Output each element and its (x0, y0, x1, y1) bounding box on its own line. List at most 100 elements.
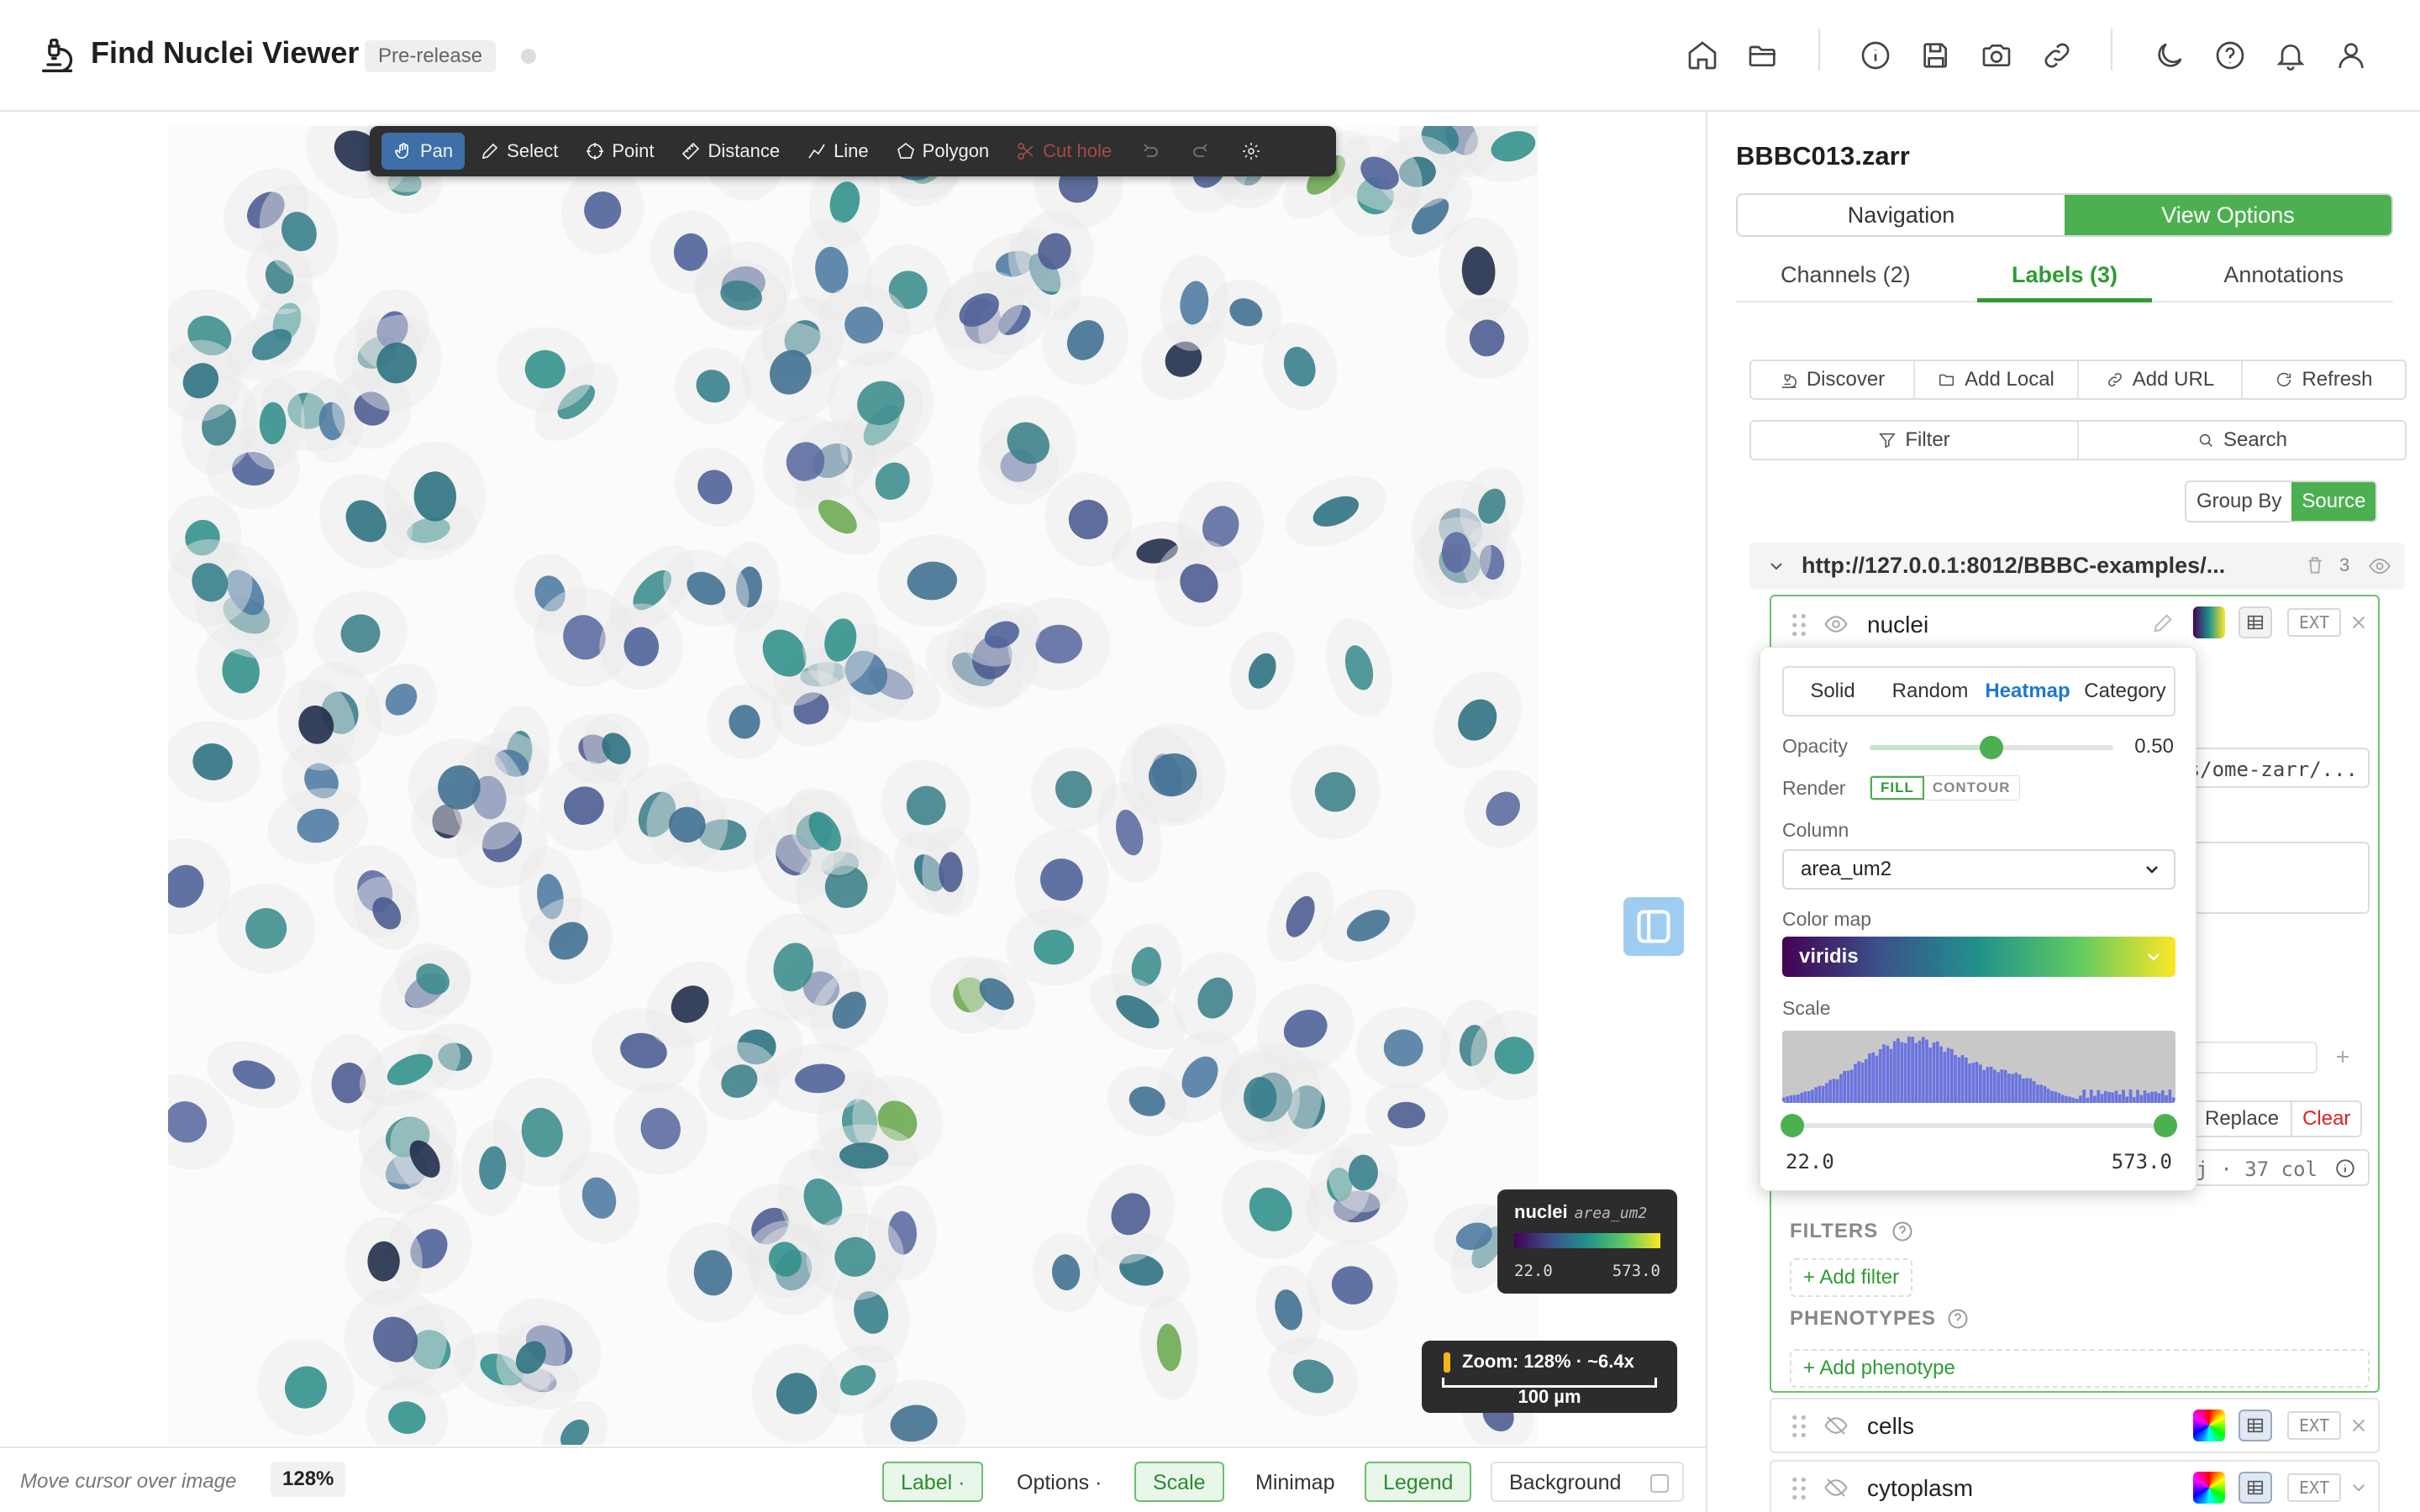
eye-off-icon[interactable] (1823, 1413, 1849, 1438)
options-toggle[interactable]: Options · (998, 1462, 1120, 1502)
legend-toggle[interactable]: Legend (1365, 1462, 1472, 1502)
add-local-button[interactable]: Add Local (1915, 361, 2079, 398)
background-toggle[interactable]: Background (1491, 1462, 1684, 1502)
drag-handle-icon[interactable] (1791, 1415, 1807, 1438)
trash-icon[interactable] (2304, 554, 2326, 576)
microscopy-image[interactable] (168, 126, 1538, 1445)
colormap-swatch[interactable] (2193, 1472, 2225, 1504)
link-icon[interactable] (2040, 39, 2074, 72)
add-phenotype-button[interactable]: + Add phenotype (1790, 1349, 2370, 1388)
tool-pan[interactable]: Pan (381, 133, 466, 170)
add-url-button[interactable]: Add URL (2079, 361, 2243, 398)
tab-labels[interactable]: Labels (3) (1955, 255, 2175, 302)
opacity-thumb[interactable] (1980, 736, 2003, 759)
scale-toggle[interactable]: Scale (1134, 1462, 1224, 1502)
colormap-swatch[interactable] (2193, 606, 2225, 638)
source-path-field[interactable]: es/ome-zarr/... (2191, 748, 2370, 788)
nucleus[interactable] (1035, 624, 1082, 664)
tool-polygon[interactable]: Polygon (884, 133, 1002, 170)
moon-icon[interactable] (2153, 39, 2186, 72)
layer-card-cells[interactable]: cells EXT (1770, 1398, 2380, 1453)
phenotype-input[interactable] (2191, 1042, 2317, 1074)
nucleus[interactable] (776, 1373, 818, 1415)
undo-button[interactable] (1127, 133, 1174, 170)
mode-category[interactable]: Category (2076, 668, 2174, 715)
drag-handle-icon[interactable] (1791, 1477, 1807, 1500)
sidebar-toggle-button[interactable] (1623, 897, 1684, 956)
help-icon[interactable] (2213, 39, 2247, 72)
refresh-button[interactable]: Refresh (2243, 361, 2405, 398)
close-icon[interactable] (2348, 612, 2370, 633)
eye-icon[interactable] (1823, 612, 1849, 637)
help-icon[interactable] (1946, 1307, 1970, 1331)
group-by-control[interactable]: Group By Source (2185, 480, 2378, 522)
bell-icon[interactable] (2274, 39, 2307, 72)
nucleus[interactable] (939, 852, 963, 893)
info-icon[interactable] (1859, 39, 1892, 72)
table-button[interactable] (2238, 1472, 2272, 1504)
opacity-slider[interactable] (1870, 736, 2113, 759)
filter-button[interactable]: Filter (1751, 422, 2079, 459)
tab-annotations[interactable]: Annotations (2174, 255, 2393, 301)
ext-badge[interactable]: EXT (2287, 608, 2342, 637)
help-icon[interactable] (1891, 1220, 1914, 1243)
tool-line[interactable]: Line (795, 133, 881, 170)
mode-solid[interactable]: Solid (1784, 668, 1881, 715)
eye-icon[interactable] (2368, 554, 2391, 578)
table-button[interactable] (2238, 1410, 2272, 1441)
ext-badge[interactable]: EXT (2287, 1411, 2342, 1440)
discover-button[interactable]: Discover (1751, 361, 1915, 398)
colormap-select[interactable]: viridis (1782, 937, 2175, 977)
ext-badge[interactable]: EXT (2287, 1473, 2342, 1502)
histogram-bin (1939, 1046, 1943, 1103)
view-options-tab[interactable]: View Options (2065, 195, 2391, 235)
histogram-bin (2093, 1095, 2096, 1103)
eye-off-icon[interactable] (1823, 1475, 1849, 1500)
mode-heatmap[interactable]: Heatmap (1979, 668, 2076, 715)
home-icon[interactable] (1686, 39, 1719, 72)
background-checkbox[interactable] (1650, 1474, 1669, 1493)
close-icon[interactable] (2348, 1415, 2370, 1436)
header-divider (1818, 29, 1820, 71)
table-button[interactable] (2238, 606, 2272, 638)
range-min-thumb[interactable] (1781, 1114, 1804, 1137)
label-toggle[interactable]: Label · (882, 1462, 984, 1502)
drag-handle-icon[interactable] (1791, 613, 1807, 637)
range-max-thumb[interactable] (2154, 1114, 2177, 1137)
column-select[interactable]: area_um2 (1782, 849, 2175, 890)
search-button[interactable]: Search (2079, 422, 2405, 459)
tool-distance[interactable]: Distance (669, 133, 792, 170)
group-by-value[interactable]: Source (2291, 482, 2376, 521)
tool-point[interactable]: Point (573, 133, 666, 170)
user-icon[interactable] (2334, 39, 2368, 72)
toolbar-settings-button[interactable] (1228, 133, 1275, 170)
camera-icon[interactable] (1980, 39, 2013, 72)
info-icon[interactable] (2334, 1158, 2356, 1179)
plus-icon[interactable] (2331, 1045, 2354, 1068)
colormap-swatch[interactable] (2193, 1410, 2225, 1441)
scale-range-slider[interactable] (1781, 1114, 2177, 1137)
chevron-down-icon[interactable] (1766, 556, 1786, 576)
tool-select[interactable]: Select (468, 133, 570, 170)
render-contour[interactable]: CONTOUR (1924, 776, 2019, 800)
source-group-header[interactable]: http://127.0.0.1:8012/BBBC-examples/... … (1749, 543, 2405, 590)
redo-button[interactable] (1177, 133, 1224, 170)
tool-cut-hole[interactable]: Cut hole (1004, 133, 1123, 170)
minimap-toggle[interactable]: Minimap (1237, 1462, 1353, 1502)
clear-button[interactable]: Clear (2292, 1102, 2360, 1136)
pencil-icon[interactable] (2151, 612, 2175, 635)
layer-card-cytoplasm[interactable]: cytoplasm EXT (1770, 1460, 2380, 1512)
image-viewer[interactable]: nuclei area_um2 22.0 573.0 Zoom: 128% · ~… (0, 113, 1704, 1446)
navigation-tab[interactable]: Navigation (1738, 195, 2065, 235)
replace-button[interactable]: Replace (2193, 1102, 2293, 1136)
render-fill[interactable]: FILL (1870, 776, 1924, 800)
add-filter-button[interactable]: + Add filter (1790, 1258, 1913, 1297)
notes-textarea[interactable] (2191, 842, 2370, 914)
tab-channels[interactable]: Channels (2) (1736, 255, 1955, 301)
folder-icon[interactable] (1746, 39, 1780, 72)
chevron-down-icon[interactable] (2348, 1477, 2370, 1499)
colormap-legend: nuclei area_um2 22.0 573.0 (1497, 1189, 1677, 1294)
mode-random[interactable]: Random (1881, 668, 1979, 715)
nucleus[interactable] (1034, 929, 1075, 965)
save-icon[interactable] (1919, 39, 1953, 72)
